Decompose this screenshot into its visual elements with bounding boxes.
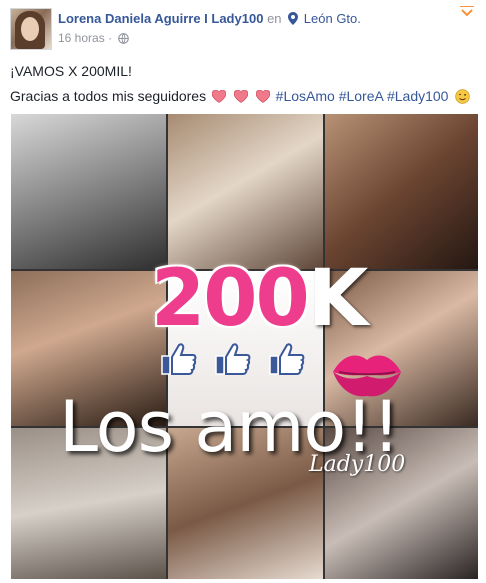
location-link[interactable]: León Gto. bbox=[304, 11, 361, 26]
facebook-post: Lorena Daniela Aguirre I Lady100 en León… bbox=[0, 0, 486, 583]
image-overlay-200k: 200K bbox=[151, 254, 368, 344]
heart-icon bbox=[255, 87, 271, 109]
author-line: Lorena Daniela Aguirre I Lady100 en León… bbox=[58, 11, 361, 28]
meta-separator: · bbox=[108, 31, 113, 45]
author-name[interactable]: Lorena Daniela Aguirre I Lady100 bbox=[58, 11, 263, 26]
thumbs-up-icon bbox=[269, 342, 305, 376]
thumbs-up-icon bbox=[215, 342, 251, 376]
heart-icon bbox=[211, 87, 227, 109]
hashtag-losamo[interactable]: #LosAmo bbox=[276, 88, 335, 104]
post-meta: 16 horas · bbox=[58, 31, 130, 47]
image-overlay-number: 200 bbox=[151, 254, 310, 344]
collage-photo bbox=[168, 114, 323, 269]
post-header: Lorena Daniela Aguirre I Lady100 en León… bbox=[10, 5, 480, 52]
hashtag-lady100[interactable]: #Lady100 bbox=[387, 88, 449, 104]
location-connector: en bbox=[267, 11, 282, 26]
chevron-down-icon[interactable] bbox=[460, 5, 474, 20]
message-thanks: Gracias a todos mis seguidores bbox=[10, 88, 207, 104]
message-line-1: ¡VAMOS X 200MIL! bbox=[10, 63, 132, 79]
smiley-wink-icon bbox=[455, 88, 471, 110]
collage-photo bbox=[11, 114, 166, 269]
image-overlay-signature: Lady100 bbox=[309, 452, 406, 477]
timestamp[interactable]: 16 horas bbox=[58, 31, 105, 45]
message-line-2: Gracias a todos mis seguidores #LosAmo #… bbox=[10, 85, 476, 110]
post-photo[interactable]: 200K Los amo!! Lady100 bbox=[11, 114, 478, 579]
map-pin-icon bbox=[288, 12, 299, 28]
image-overlay-k: K bbox=[307, 254, 368, 344]
collage-photo bbox=[325, 114, 478, 269]
heart-icon bbox=[233, 87, 249, 109]
hashtag-lorea[interactable]: #LoreA bbox=[339, 88, 383, 104]
thumbs-up-icon bbox=[161, 342, 197, 376]
globe-icon[interactable] bbox=[118, 33, 130, 47]
avatar[interactable] bbox=[10, 8, 52, 50]
thumbs-up-row bbox=[161, 342, 311, 378]
post-text: ¡VAMOS X 200MIL! Gracias a todos mis seg… bbox=[10, 60, 476, 113]
